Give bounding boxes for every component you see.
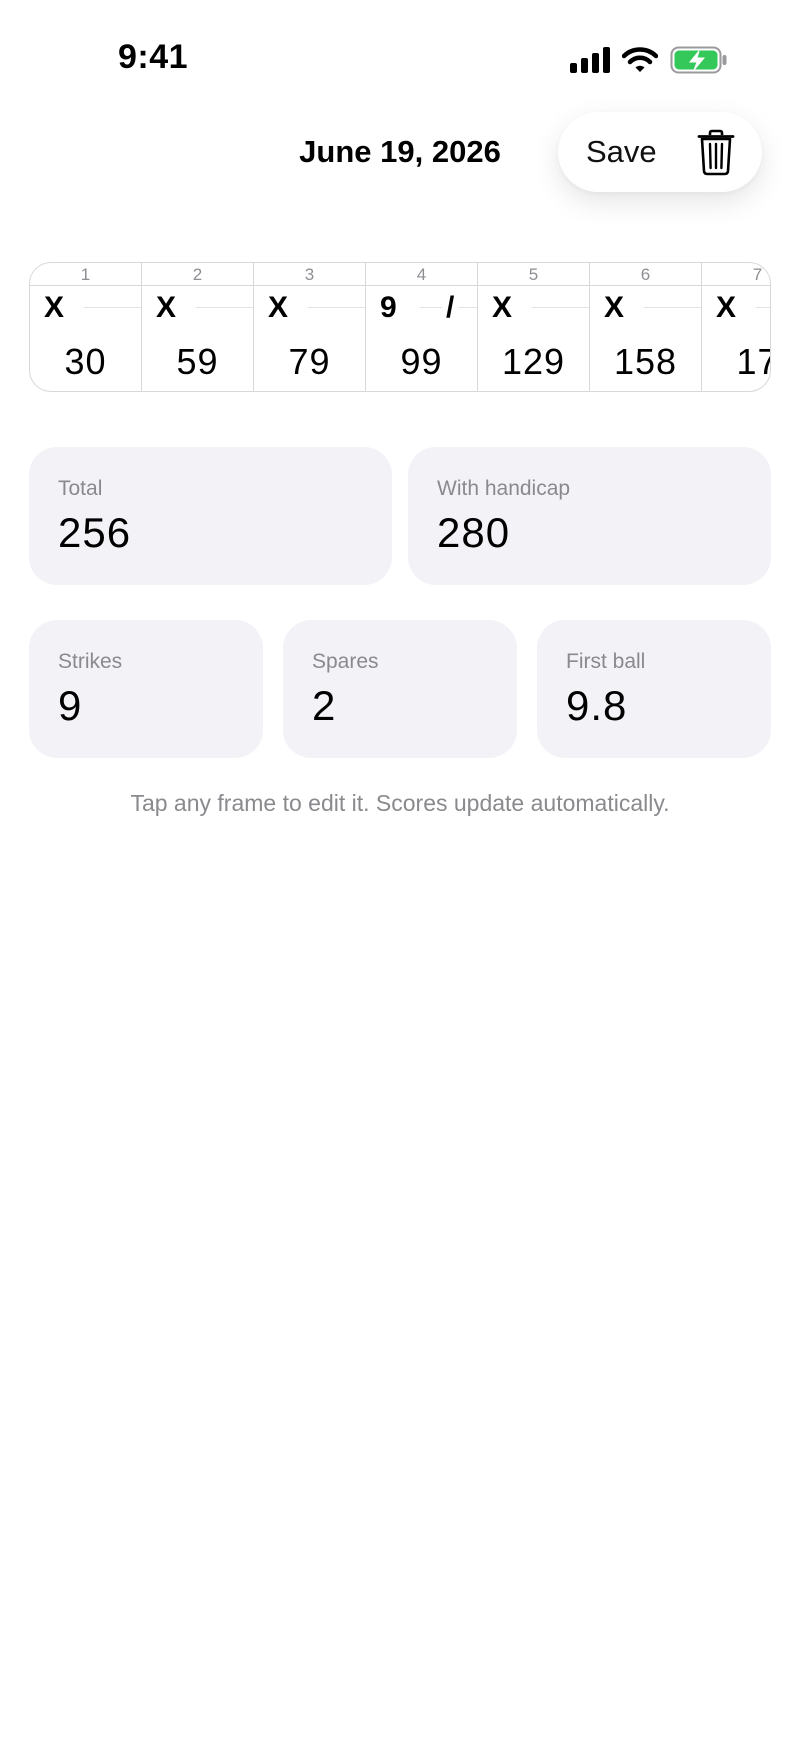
frame-ball-1: X — [268, 291, 289, 324]
frame-score: 30 — [64, 341, 107, 382]
frame-divider — [366, 285, 477, 286]
total-value: 256 — [58, 509, 132, 556]
hint-text: Tap any frame to edit it. Scores update … — [130, 790, 670, 816]
strikes-label: Strikes — [58, 650, 123, 673]
status-icons — [570, 40, 728, 80]
frame-score: 79 — [288, 341, 331, 382]
delete-button[interactable] — [692, 128, 740, 176]
frame-5[interactable]: 5 X 129 — [478, 263, 590, 391]
frame-6[interactable]: 6 X 158 — [590, 263, 702, 391]
frame-list: 1X302X593X7949/995X1296X1587X17 — [30, 263, 770, 391]
handicap-label: With handicap — [437, 477, 571, 500]
first-ball-card: First ball 9.8 — [537, 620, 771, 758]
cellular-signal-icon — [570, 47, 610, 73]
frame-number: 3 — [304, 265, 315, 284]
frame-number: 7 — [752, 265, 763, 284]
frame-number: 1 — [80, 265, 91, 284]
handicap-card: With handicap 280 — [408, 447, 771, 585]
frame-number: 4 — [416, 265, 427, 284]
frame-ball-1: X — [716, 291, 737, 324]
frame-divider — [702, 285, 770, 286]
frame-2[interactable]: 2 X 59 — [142, 263, 254, 391]
frame-score: 59 — [176, 341, 219, 382]
frame-number: 5 — [528, 265, 539, 284]
frame-3[interactable]: 3 X 79 — [254, 263, 366, 391]
total-card: Total 256 — [29, 447, 392, 585]
frame-ball-2: / — [442, 291, 459, 325]
ball-divider — [308, 307, 365, 308]
strikes-value: 9 — [58, 682, 83, 729]
frame-ball-1: X — [156, 291, 177, 324]
frame-ball-1: 9 — [380, 291, 397, 324]
status-time: 9:41 — [118, 38, 189, 76]
frame-score: 129 — [501, 341, 566, 382]
ball-divider — [756, 307, 770, 308]
frame-1[interactable]: 1 X 30 — [30, 263, 142, 391]
frame-4[interactable]: 4 9 / 99 — [366, 263, 478, 391]
spares-label: Spares — [312, 650, 379, 673]
battery-charging-icon — [670, 46, 727, 74]
spares-card: Spares 2 — [283, 620, 517, 758]
total-label: Total — [58, 477, 103, 500]
frame-divider — [590, 285, 701, 286]
action-pill: Save — [558, 112, 762, 192]
wifi-icon — [622, 47, 658, 72]
frame-divider — [30, 285, 141, 286]
save-button[interactable]: Save — [578, 112, 665, 192]
first-ball-value: 9.8 — [566, 682, 628, 729]
handicap-value: 280 — [437, 509, 511, 556]
frame-ball-1: X — [492, 291, 513, 324]
frame-7[interactable]: 7X 17 — [702, 263, 770, 391]
first-ball-label: First ball — [566, 650, 646, 673]
ball-divider — [84, 307, 141, 308]
frame-score: 17 — [736, 341, 770, 382]
frame-divider — [478, 285, 589, 286]
ball-divider — [532, 307, 589, 308]
scorecard: 1X302X593X7949/995X1296X1587X17 — [29, 262, 771, 392]
frame-score: 99 — [400, 341, 443, 382]
frame-divider — [142, 285, 253, 286]
ball-divider — [196, 307, 253, 308]
frame-score: 158 — [613, 341, 678, 382]
frame-divider — [254, 285, 365, 286]
trash-icon — [697, 129, 735, 176]
frame-number: 2 — [192, 265, 203, 284]
spares-value: 2 — [312, 682, 337, 729]
frame-ball-1: X — [44, 291, 65, 324]
frame-ball-1: X — [604, 291, 625, 324]
frame-number: 6 — [640, 265, 651, 284]
strikes-card: Strikes 9 — [29, 620, 263, 758]
ball-divider — [644, 307, 701, 308]
